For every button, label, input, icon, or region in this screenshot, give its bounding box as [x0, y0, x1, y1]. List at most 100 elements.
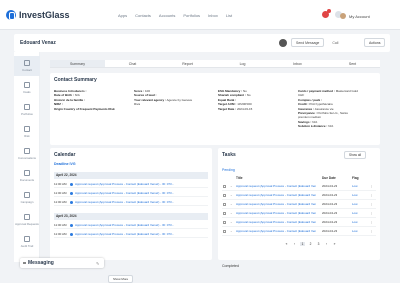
chevron-down-icon[interactable]: ⌄ [230, 182, 233, 191]
event-title[interactable]: Approval request (Approval Process - Con… [75, 200, 174, 204]
nav-contacts[interactable]: Contacts [135, 13, 151, 18]
show-more-button[interactable]: Show More [108, 275, 134, 283]
column-due-date[interactable]: Due Date [322, 176, 336, 180]
task-checkbox[interactable] [223, 203, 226, 206]
summary-column-3: ESG Mandatory : No Shariah compliant : N… [218, 89, 296, 111]
task-checkbox[interactable] [223, 230, 226, 233]
sidebar-item-portfolios[interactable]: Portfolios [14, 100, 40, 120]
sidebar-item-risk[interactable]: Risk [14, 122, 40, 142]
page-last[interactable]: » [332, 242, 337, 246]
table-row[interactable]: ⌄ Approval request (Approval Process - Co… [222, 227, 376, 236]
task-checkbox[interactable] [223, 194, 226, 197]
show-all-dropdown[interactable]: Show all [344, 151, 367, 159]
nav-inbox[interactable]: Inbox [208, 13, 218, 18]
task-title[interactable]: Approval request (Approval Process - Con… [236, 200, 316, 209]
event-dot-icon [70, 182, 73, 186]
event-title[interactable]: Approval request (Approval Process - Con… [75, 182, 174, 186]
compose-icon[interactable]: ✎ [96, 261, 99, 266]
task-title[interactable]: Approval request (Approval Process - Con… [236, 218, 316, 227]
chevron-down-icon[interactable]: ⌄ [230, 191, 233, 200]
page-2[interactable]: 2 [308, 242, 313, 246]
tab-report[interactable]: Report [160, 60, 215, 68]
sidebar-item-audit-trail[interactable]: Audit Trail [14, 232, 40, 252]
more-icon[interactable]: ⋮ [370, 209, 373, 218]
nav-portfolios[interactable]: Portfolios [183, 13, 200, 18]
event-title[interactable]: Approval request (Approval Process - Con… [75, 223, 174, 227]
task-checkbox[interactable] [223, 221, 226, 224]
task-title[interactable]: Approval request (Approval Process - Con… [236, 182, 316, 191]
more-icon[interactable]: ⋮ [370, 191, 373, 200]
sidebar-item-documents[interactable]: Documents [14, 166, 40, 186]
column-flag[interactable]: Flag [352, 176, 359, 180]
task-title[interactable]: Approval request (Approval Process - Con… [236, 227, 316, 236]
field-label: Insurance : [298, 106, 315, 111]
event-title[interactable]: Approval request (Approval Process - Con… [75, 191, 174, 195]
field-value: CHF [298, 93, 305, 98]
app-logo[interactable]: InvestGlass [6, 10, 70, 20]
field-value: premium medium [298, 115, 322, 120]
table-row[interactable]: ⌄ Approval request (Approval Process - Co… [222, 191, 376, 200]
task-due-date: 2024-04-23 [322, 193, 338, 197]
table-row[interactable]: ⌄ Approval request (Approval Process - Co… [222, 218, 376, 227]
more-icon[interactable]: ⋮ [370, 200, 373, 209]
summary-column-2: Score : 100 Source of lead : Your releva… [134, 89, 212, 107]
nav-apps[interactable]: Apps [118, 13, 127, 18]
sidebar-item-approval-requests[interactable]: Approval Requests [14, 210, 40, 230]
calendar-event[interactable]: 11:00 AM Approval request (Approval Proce… [54, 230, 208, 238]
page-next[interactable]: › [324, 242, 329, 246]
field-value: N/A [328, 124, 334, 129]
chevron-down-icon[interactable]: ⌄ [230, 209, 233, 218]
event-time: 11:00 AM [54, 232, 67, 236]
task-checkbox[interactable] [223, 185, 226, 188]
more-icon[interactable]: ⋮ [370, 227, 373, 236]
tab-sent[interactable]: Sent [325, 60, 380, 68]
send-message-button[interactable]: Send Message [291, 38, 325, 47]
user-menu[interactable]: My Account [340, 13, 370, 19]
task-flag: Low [352, 184, 358, 188]
sidebar-item-campaign[interactable]: Campaign [14, 188, 40, 208]
chevron-down-icon[interactable]: ⌄ [230, 200, 233, 209]
tab-inbox[interactable]: Inbox [270, 60, 325, 68]
table-row[interactable]: ⌄ Approval request (Approval Process - Co… [222, 209, 376, 218]
calendar-event[interactable]: 11:00 AM Approval request (Approval Proce… [54, 180, 208, 188]
column-title[interactable]: Title [236, 176, 243, 180]
calendar-date-header: April 22, 2024 [54, 172, 208, 179]
table-row[interactable]: ⌄ Approval request (Approval Process - Co… [222, 200, 376, 209]
tab-summary[interactable]: Summary [50, 60, 105, 68]
nav-list[interactable]: List [226, 13, 232, 18]
page-prev[interactable]: ‹ [292, 242, 297, 246]
chevron-down-icon[interactable]: ⌄ [230, 218, 233, 227]
sidebar-item-deals[interactable]: Deals [14, 78, 40, 98]
task-title[interactable]: Approval request (Approval Process - Con… [236, 209, 316, 218]
tab-chat[interactable]: Chat [105, 60, 160, 68]
task-due-date: 2024-04-23 [322, 202, 338, 206]
nav-accounts[interactable]: Accounts [159, 13, 175, 18]
field-label: Score : [134, 89, 145, 93]
event-title[interactable]: Approval request (Approval Process - Con… [75, 232, 174, 236]
calendar-event[interactable]: 11:00 AM Approval request (Approval Proce… [54, 189, 208, 197]
sidebar-item-conversations[interactable]: Conversations [14, 144, 40, 164]
task-title[interactable]: Approval request (Approval Process - Con… [236, 191, 316, 200]
notification-icon[interactable] [322, 9, 331, 18]
task-checkbox[interactable] [223, 212, 226, 215]
sidebar-item-contact[interactable]: Contact [14, 56, 40, 76]
completed-label: Completed [222, 264, 239, 268]
actions-button[interactable]: Actions [364, 38, 386, 47]
call-button[interactable]: Call [332, 41, 338, 45]
chevron-down-icon[interactable]: ⌄ [230, 227, 233, 236]
record-icon[interactable] [279, 38, 287, 47]
page-1[interactable]: 1 [300, 242, 305, 246]
calendar-event[interactable]: 11:00 AM Approval request (Approval Proce… [54, 198, 208, 206]
calendar-event[interactable]: 11:00 AM Approval request (Approval Proce… [54, 221, 208, 229]
notification-badge [327, 9, 331, 13]
field-value: 10'200'000 [237, 102, 252, 107]
table-row[interactable]: ⌄ Approval request (Approval Process - Co… [222, 182, 376, 191]
more-icon[interactable]: ⋮ [370, 182, 373, 191]
messaging-bar[interactable]: Messaging ✎ [20, 258, 104, 268]
page-first[interactable]: « [284, 242, 289, 246]
calendar-subtitle[interactable]: Deadline IVG [54, 162, 76, 166]
tab-log[interactable]: Log [215, 60, 270, 68]
more-icon[interactable]: ⋮ [370, 218, 373, 227]
page-3[interactable]: 3 [316, 242, 321, 246]
task-due-date: 2024-04-23 [322, 211, 338, 215]
